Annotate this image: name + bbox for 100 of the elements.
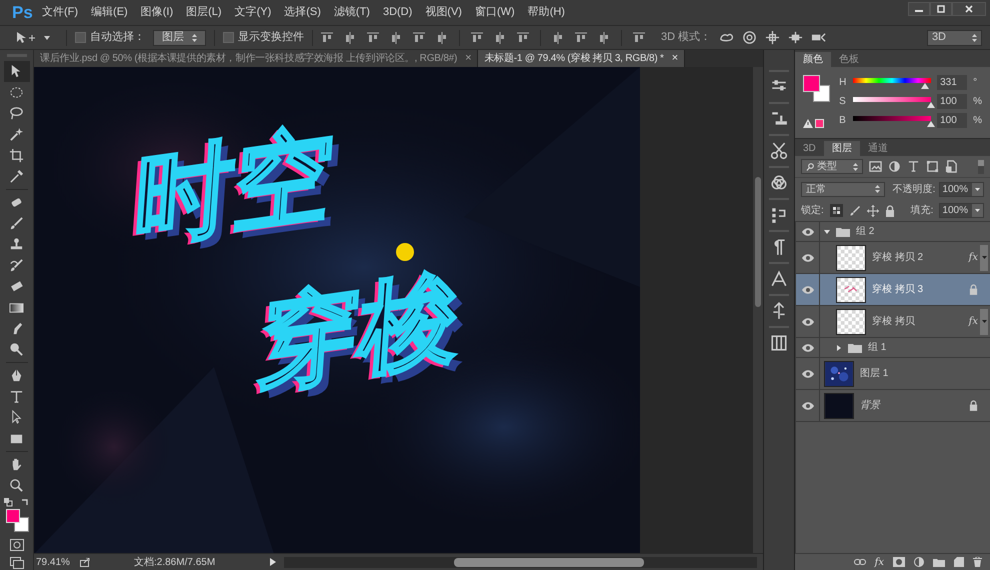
align-icon[interactable] (633, 32, 645, 44)
menu-item[interactable]: 3D(D) (382, 4, 412, 21)
menu-item[interactable]: 编辑(E) (91, 4, 128, 21)
panel-tab[interactable]: 色板 (831, 52, 867, 67)
eyedropper-icon[interactable] (9, 169, 24, 184)
caret-icon[interactable] (44, 36, 50, 40)
scrollbar-thumb[interactable] (755, 177, 761, 307)
layer-row[interactable]: 背景 (796, 390, 990, 422)
align-icon[interactable] (344, 32, 356, 44)
document-tab[interactable]: 课后作业.psd @ 50% (根据本课提供的素材，制作一张科技感字效海报 上传到评论区。, RGB/8#) × (34, 50, 478, 67)
new-layer-icon[interactable] (954, 557, 964, 567)
tab-close-button[interactable]: × (465, 50, 472, 67)
eye-icon[interactable] (802, 402, 814, 410)
toggle-icon[interactable] (978, 160, 984, 174)
layer-row[interactable]: 组 2 (796, 222, 990, 242)
eraser-icon[interactable] (9, 279, 24, 294)
filter-icon[interactable] (888, 160, 901, 173)
checkbox[interactable] (223, 32, 234, 43)
layer-name[interactable]: 组 2 (856, 224, 874, 239)
align-icon[interactable] (436, 32, 448, 44)
value-field[interactable]: 100 (937, 94, 968, 109)
scrollbar-thumb[interactable] (454, 558, 644, 566)
screen-mode-icon[interactable] (10, 557, 24, 569)
menu-item[interactable]: 滤镜(T) (334, 4, 370, 21)
eye-icon[interactable] (802, 228, 814, 236)
caret-icon[interactable] (975, 209, 980, 212)
pen-icon[interactable] (9, 368, 24, 383)
panel-tab[interactable]: 通道 (860, 141, 896, 156)
eye-icon[interactable] (802, 318, 814, 326)
folder-icon[interactable] (933, 558, 945, 566)
value-field[interactable]: 331 (937, 75, 968, 90)
trash-icon[interactable] (973, 557, 982, 567)
value-field[interactable]: 100 (937, 113, 968, 128)
menu-item[interactable]: 选择(S) (284, 4, 321, 21)
panel-tab[interactable]: 颜色 (795, 52, 831, 67)
eye-icon[interactable] (802, 370, 814, 378)
move-tool-icon[interactable] (16, 30, 36, 44)
filter-dropdown[interactable]: 类型 (801, 159, 863, 174)
collapsed-arrow-icon[interactable] (836, 344, 842, 350)
caret-icon[interactable] (975, 188, 980, 190)
align-icon[interactable] (390, 32, 402, 44)
align-icon[interactable] (471, 32, 483, 44)
layer-name[interactable]: 穿梭 拷贝 (872, 314, 915, 329)
eye-icon[interactable] (802, 344, 814, 352)
filter-icon[interactable] (926, 160, 939, 173)
panel-icon[interactable] (770, 334, 788, 352)
color-swatches-icon[interactable] (4, 508, 30, 534)
checkbox[interactable] (75, 32, 86, 43)
align-icon[interactable] (413, 32, 425, 44)
filter-icon[interactable] (945, 160, 958, 173)
fx-button[interactable]: fx (874, 554, 884, 570)
menu-item[interactable]: 文字(Y) (234, 4, 272, 21)
panel-tab[interactable]: 3D (795, 141, 824, 156)
type-icon[interactable] (9, 389, 24, 404)
slider-track[interactable] (853, 76, 932, 88)
value-field[interactable]: 100% (939, 203, 984, 218)
quick-mask-icon[interactable] (10, 539, 24, 551)
slider-thumb[interactable] (920, 82, 929, 88)
gamut-color-swatch[interactable] (815, 119, 824, 128)
move-icon[interactable] (866, 204, 879, 216)
mask-icon[interactable] (893, 557, 905, 567)
layer-name[interactable]: 图层 1 (860, 366, 888, 381)
filter-icon[interactable] (869, 160, 882, 173)
layer-name[interactable]: 穿梭 拷贝 2 (872, 250, 924, 265)
filter-icon[interactable] (907, 160, 920, 173)
eye-icon[interactable] (802, 254, 814, 262)
checkerboard-icon[interactable] (830, 204, 843, 217)
magnifier-icon[interactable] (9, 342, 24, 357)
3d-mode-icon[interactable] (765, 30, 780, 45)
color-swatches-icon[interactable] (803, 75, 831, 103)
maximize-icon[interactable] (937, 5, 945, 13)
play-icon[interactable] (270, 558, 276, 566)
align-icon[interactable] (552, 32, 564, 44)
swap-colors-icon[interactable] (4, 498, 12, 507)
align-icon[interactable] (321, 32, 333, 44)
panel-tab[interactable]: 图层 (824, 141, 860, 156)
expanded-arrow-icon[interactable] (824, 228, 830, 234)
panel-icon[interactable] (770, 206, 788, 224)
layer-row[interactable]: 组 1 (796, 338, 990, 358)
blend-mode-dropdown[interactable]: 正常 (801, 182, 885, 196)
workspace-dropdown[interactable]: 3D (926, 30, 982, 46)
caret-icon[interactable] (982, 320, 986, 323)
brush-icon[interactable] (9, 216, 24, 231)
dashed-ellipse-icon[interactable] (9, 85, 24, 100)
crop-icon[interactable] (9, 148, 24, 163)
align-icon[interactable] (367, 32, 379, 44)
brush-icon[interactable] (9, 258, 24, 273)
caret-icon[interactable] (982, 256, 986, 259)
close-icon[interactable] (965, 5, 973, 13)
eye-icon[interactable] (802, 286, 814, 294)
link-icon[interactable] (854, 558, 866, 566)
half-circle-icon[interactable] (914, 557, 924, 567)
stamp-icon[interactable] (9, 237, 24, 252)
layer-name[interactable]: 背景 (860, 398, 880, 413)
3d-mode-icon[interactable] (742, 30, 758, 45)
layer-row[interactable]: 穿梭 拷贝 2 fx (796, 242, 990, 274)
lock-icon[interactable] (884, 204, 895, 216)
align-icon[interactable] (517, 32, 529, 44)
share-icon[interactable] (80, 558, 90, 566)
panel-icon[interactable] (770, 270, 788, 288)
